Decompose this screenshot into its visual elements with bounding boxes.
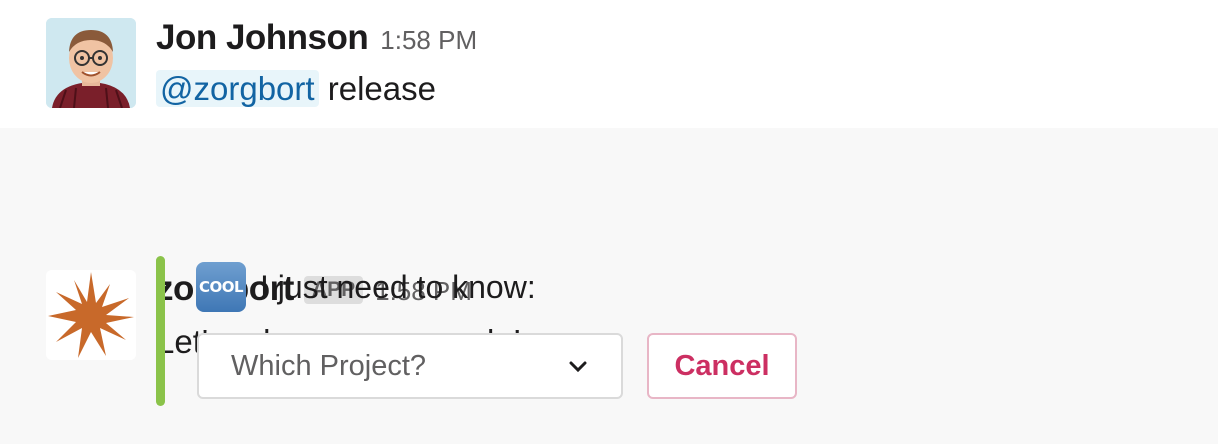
message-body: release	[327, 70, 436, 107]
message-header: Jon Johnson 1:58 PM	[156, 18, 477, 58]
cancel-button[interactable]: Cancel	[647, 333, 797, 399]
user-avatar-image	[46, 18, 136, 108]
project-select[interactable]: Which Project?	[197, 333, 623, 399]
select-placeholder: Which Project?	[231, 349, 427, 382]
cool-emoji-icon: COOL	[196, 262, 246, 312]
bot-avatar[interactable]	[46, 270, 136, 360]
sender-name[interactable]: Jon Johnson	[156, 18, 369, 58]
attachment-accent-bar	[156, 256, 165, 406]
message-jon-johnson: Jon Johnson 1:58 PM @zorgbort release	[0, 0, 1218, 128]
mention-link[interactable]: @zorgbort	[156, 70, 319, 107]
starburst-icon	[46, 270, 136, 360]
attachment-text: COOL I just need to know:	[196, 262, 536, 312]
timestamp[interactable]: 1:58 PM	[380, 25, 477, 56]
user-avatar[interactable]	[46, 18, 136, 108]
chevron-down-icon	[569, 352, 587, 380]
attachment-prompt: I just need to know:	[260, 268, 536, 305]
message-text: @zorgbort release	[156, 70, 436, 108]
